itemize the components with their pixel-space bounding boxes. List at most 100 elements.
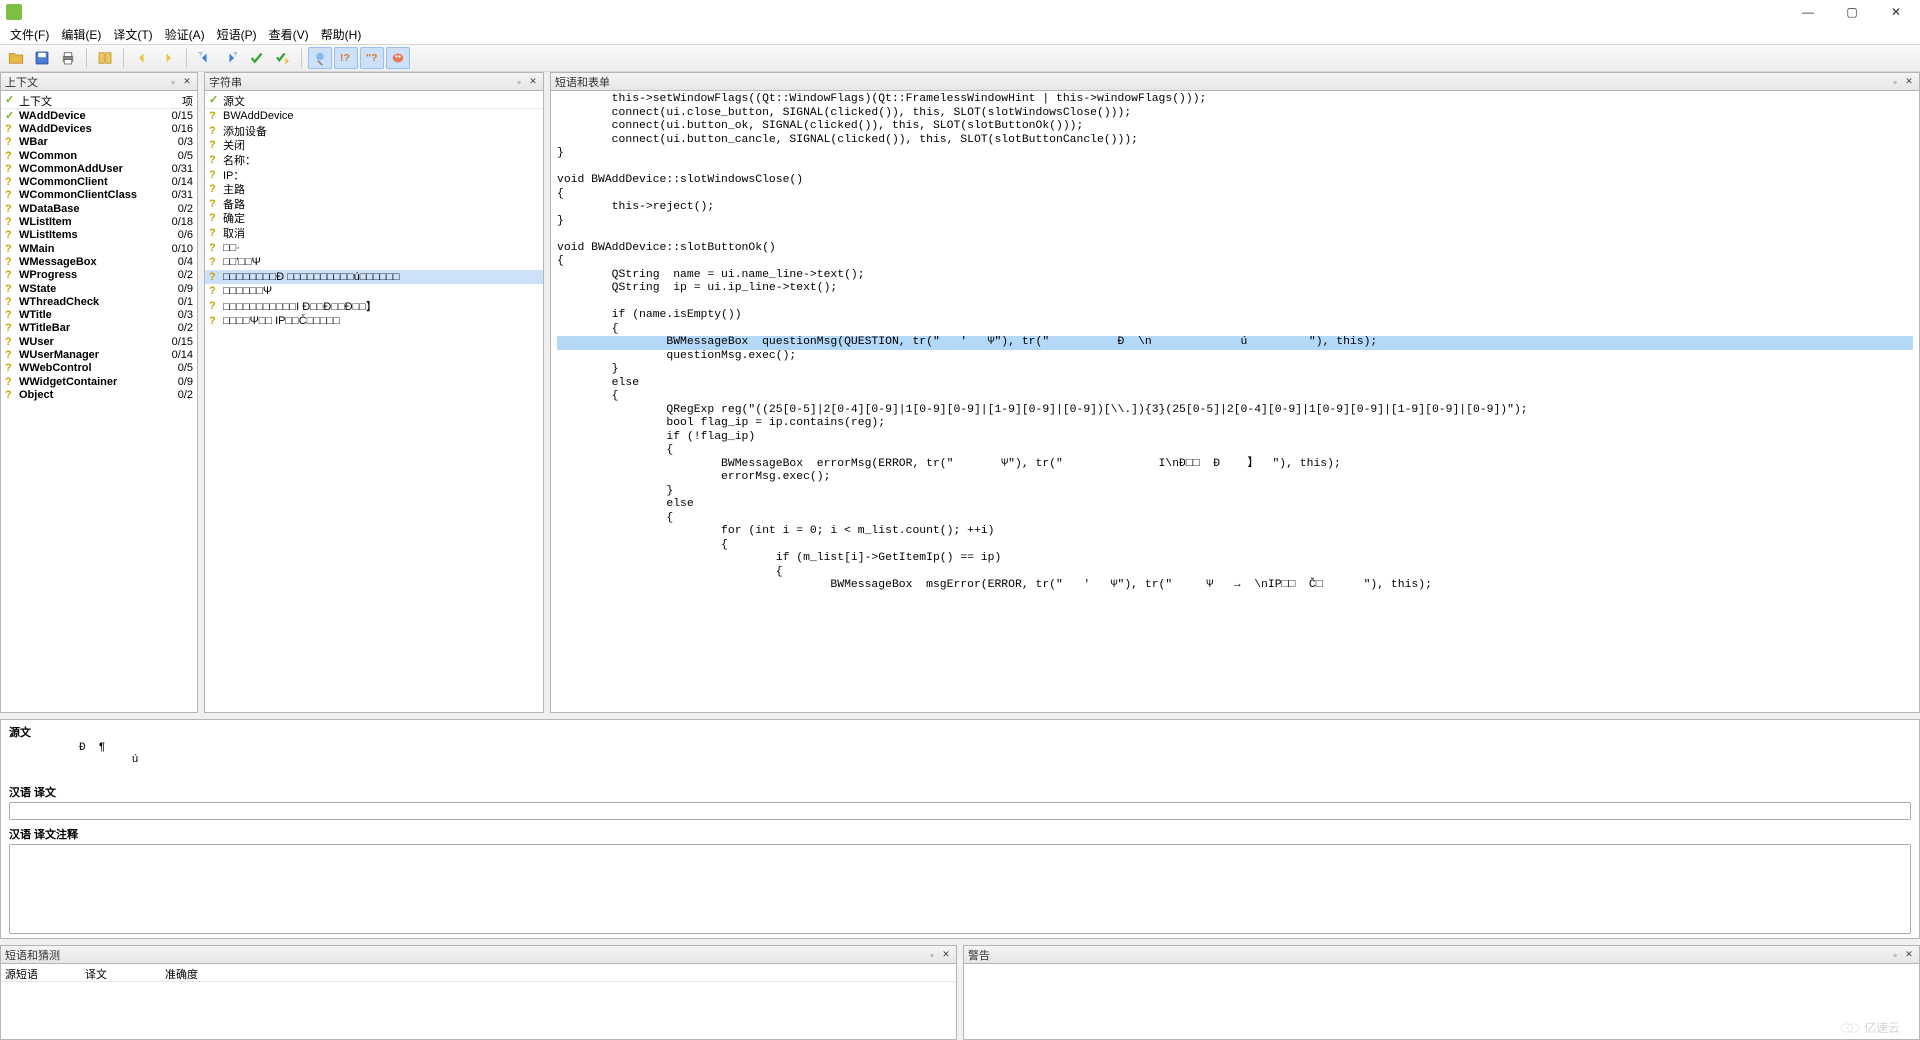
menu-help[interactable]: 帮助(H) bbox=[315, 24, 368, 45]
strings-list[interactable]: ?BWAddDevice?添加设备?关闭?名称：?IP：?主路?备路?确定?取消… bbox=[205, 109, 543, 712]
window-controls: — ▢ ✕ bbox=[1786, 0, 1918, 24]
svg-text:"?: "? bbox=[366, 52, 377, 64]
menu-validate[interactable]: 验证(A) bbox=[159, 24, 211, 45]
string-row[interactable]: ?□□· bbox=[205, 240, 543, 255]
next-button[interactable] bbox=[156, 47, 180, 69]
validate-placemarker-button[interactable] bbox=[386, 47, 410, 69]
context-row[interactable]: ?WMessageBox0/4 bbox=[1, 255, 197, 268]
context-row[interactable]: ?WTitleBar0/2 bbox=[1, 322, 197, 335]
context-row[interactable]: ✓WAddDevice0/15 bbox=[1, 109, 197, 122]
translation-input[interactable] bbox=[9, 802, 1911, 820]
float-icon[interactable]: ▫ bbox=[167, 76, 179, 88]
app-icon bbox=[6, 4, 22, 20]
source-text-label: 源文 bbox=[9, 724, 1911, 740]
string-row[interactable]: ?名称： bbox=[205, 153, 543, 168]
context-row[interactable]: ?WListItem0/18 bbox=[1, 215, 197, 228]
strings-header[interactable]: 源文 bbox=[219, 91, 543, 108]
string-row[interactable]: ?□□'□□Ψ bbox=[205, 255, 543, 270]
svg-text:?: ? bbox=[233, 52, 237, 59]
close-icon[interactable]: ✕ bbox=[940, 949, 952, 961]
context-row[interactable]: ?WCommonClient0/14 bbox=[1, 175, 197, 188]
window-titlebar: — ▢ ✕ bbox=[0, 0, 1920, 24]
string-row[interactable]: ?取消 bbox=[205, 226, 543, 241]
context-row[interactable]: ?WProgress0/2 bbox=[1, 269, 197, 282]
bottom-row: 短语和猜测 ▫✕ 源短语 译文 准确度 警告 ▫✕ bbox=[0, 945, 1920, 1040]
string-row[interactable]: ?IP： bbox=[205, 167, 543, 182]
context-panel: 上下文 ▫✕ ✓ 上下文 项 ✓WAddDevice0/15?WAddDevic… bbox=[0, 72, 198, 713]
translator-notes-input[interactable] bbox=[9, 844, 1911, 934]
context-row[interactable]: ?WWebControl0/5 bbox=[1, 362, 197, 375]
main-area: 上下文 ▫✕ ✓ 上下文 项 ✓WAddDevice0/15?WAddDevic… bbox=[0, 72, 1920, 1040]
float-icon[interactable]: ▫ bbox=[513, 76, 525, 88]
close-icon[interactable]: ✕ bbox=[1903, 76, 1915, 88]
mark-done-button[interactable] bbox=[245, 47, 269, 69]
close-icon[interactable]: ✕ bbox=[1903, 949, 1915, 961]
svg-text:!?: !? bbox=[340, 52, 350, 64]
context-row[interactable]: ?WUser0/15 bbox=[1, 335, 197, 348]
close-icon[interactable]: ✕ bbox=[181, 76, 193, 88]
minimize-button[interactable]: — bbox=[1786, 0, 1830, 24]
string-row[interactable]: ?□□□□Ψ□□ IP□□Č□□□□□ bbox=[205, 313, 543, 328]
prev-unfinished-button[interactable]: ? bbox=[193, 47, 217, 69]
menu-view[interactable]: 查看(V) bbox=[263, 24, 315, 45]
context-row[interactable]: ?WCommonClientClass0/31 bbox=[1, 189, 197, 202]
prev-button[interactable] bbox=[130, 47, 154, 69]
context-row[interactable]: ?WBar0/3 bbox=[1, 136, 197, 149]
validate-accelerators-button[interactable] bbox=[308, 47, 332, 69]
string-row[interactable]: ?确定 bbox=[205, 211, 543, 226]
context-row[interactable]: ?WState0/9 bbox=[1, 282, 197, 295]
string-row[interactable]: ?□□□□□□□□Đ □□□□□□□□□□ú□□□□□□ bbox=[205, 270, 543, 285]
print-button[interactable] bbox=[56, 47, 80, 69]
warnings-list[interactable] bbox=[964, 964, 1919, 1039]
validate-phrases-button[interactable]: "? bbox=[360, 47, 384, 69]
string-row[interactable]: ?BWAddDevice bbox=[205, 109, 543, 124]
string-row[interactable]: ?添加设备 bbox=[205, 124, 543, 139]
context-row[interactable]: ?Object0/2 bbox=[1, 388, 197, 401]
context-row[interactable]: ?WTitle0/3 bbox=[1, 308, 197, 321]
open-button[interactable] bbox=[4, 47, 28, 69]
float-icon[interactable]: ▫ bbox=[1889, 949, 1901, 961]
guess-list[interactable] bbox=[1, 982, 956, 1039]
context-row[interactable]: ?WWidgetContainer0/9 bbox=[1, 375, 197, 388]
context-list[interactable]: ✓WAddDevice0/15?WAddDevices0/16?WBar0/3?… bbox=[1, 109, 197, 712]
source-text-value: Đ ¶ ú bbox=[9, 742, 1911, 782]
app-root: { "menu": ["文件(F)","编辑(E)","译文(T)","验证(A… bbox=[0, 0, 1920, 1040]
string-row[interactable]: ?□□□□□□□□□□□I Đ□□Đ□□Đ□□】 bbox=[205, 299, 543, 314]
menu-file[interactable]: 文件(F) bbox=[4, 24, 55, 45]
context-row[interactable]: ?WCommon0/5 bbox=[1, 149, 197, 162]
source-code-view[interactable]: this->setWindowFlags((Qt::WindowFlags)(Q… bbox=[551, 91, 1919, 712]
float-icon[interactable]: ▫ bbox=[1889, 76, 1901, 88]
context-row[interactable]: ?WCommonAddUser0/31 bbox=[1, 162, 197, 175]
svg-text:?: ? bbox=[198, 52, 202, 59]
menu-edit[interactable]: 编辑(E) bbox=[55, 24, 107, 45]
context-row[interactable]: ?WThreadCheck0/1 bbox=[1, 295, 197, 308]
translation-panel: 源文 Đ ¶ ú 汉语 译文 汉语 译文注释 bbox=[0, 719, 1920, 939]
context-header: ✓ 上下文 项 bbox=[1, 91, 197, 109]
maximize-button[interactable]: ▢ bbox=[1830, 0, 1874, 24]
context-row[interactable]: ?WListItems0/6 bbox=[1, 229, 197, 242]
close-icon[interactable]: ✕ bbox=[527, 76, 539, 88]
string-row[interactable]: ?□□□□□□Ψ bbox=[205, 284, 543, 299]
context-row[interactable]: ?WAddDevices0/16 bbox=[1, 122, 197, 135]
context-row[interactable]: ?WUserManager0/14 bbox=[1, 348, 197, 361]
context-panel-title: 上下文 bbox=[5, 74, 38, 90]
toolbar: ? ? !? "? bbox=[0, 44, 1920, 72]
validate-punctuation-button[interactable]: !? bbox=[334, 47, 358, 69]
next-unfinished-button[interactable]: ? bbox=[219, 47, 243, 69]
strings-panel-title: 字符串 bbox=[209, 74, 242, 90]
menubar: 文件(F) 编辑(E) 译文(T) 验证(A) 短语(P) 查看(V) 帮助(H… bbox=[0, 24, 1920, 44]
phrasebook-button[interactable] bbox=[93, 47, 117, 69]
close-button[interactable]: ✕ bbox=[1874, 0, 1918, 24]
float-icon[interactable]: ▫ bbox=[926, 949, 938, 961]
mark-done-next-button[interactable] bbox=[271, 47, 295, 69]
save-button[interactable] bbox=[30, 47, 54, 69]
string-row[interactable]: ?主路 bbox=[205, 182, 543, 197]
context-row[interactable]: ?WMain0/10 bbox=[1, 242, 197, 255]
string-row[interactable]: ?关闭 bbox=[205, 138, 543, 153]
menu-translation[interactable]: 译文(T) bbox=[107, 24, 158, 45]
context-row[interactable]: ?WDataBase0/2 bbox=[1, 202, 197, 215]
string-row[interactable]: ?备路 bbox=[205, 197, 543, 212]
menu-phrases[interactable]: 短语(P) bbox=[211, 24, 263, 45]
translator-notes-label: 汉语 译文注释 bbox=[9, 826, 1911, 842]
translation-label: 汉语 译文 bbox=[9, 784, 1911, 800]
